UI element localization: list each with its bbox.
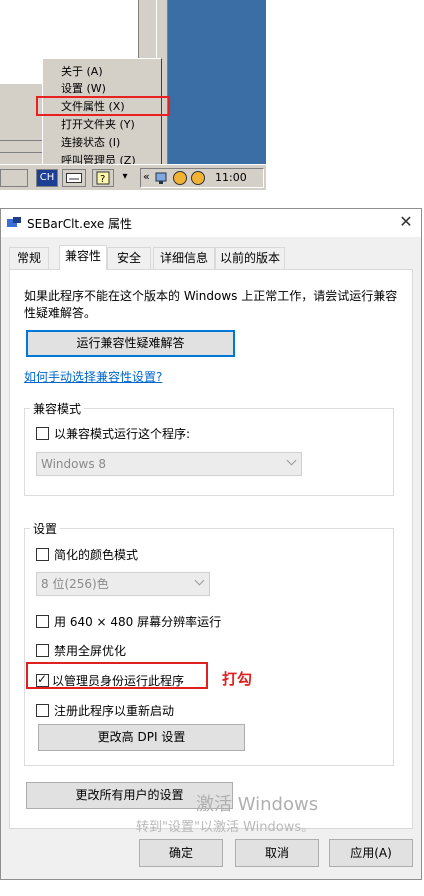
compatibility-panel: 如果此程序不能在这个版本的 Windows 上正常工作，请尝试运行兼容性疑难解答…	[9, 269, 413, 835]
manual-settings-link[interactable]: 如何手动选择兼容性设置?	[24, 368, 162, 385]
fullscreen-optimization-label: 禁用全屏优化	[54, 644, 127, 658]
properties-dialog: SEBarClt.exe 属性 ✕ 常规 兼容性 安全 详细信息 以前的版本 如…	[0, 208, 422, 880]
network-icon[interactable]	[155, 171, 167, 185]
tab-general[interactable]: 常规	[9, 247, 49, 269]
resolution-checkbox[interactable]	[36, 615, 49, 628]
chevron-down-icon	[286, 455, 297, 466]
color-mode-select-value: 8 位(256)色	[41, 577, 109, 591]
compat-mode-select[interactable]: Windows 8	[36, 452, 302, 476]
change-dpi-button[interactable]: 更改高 DPI 设置	[38, 724, 245, 751]
tab-details[interactable]: 详细信息	[153, 247, 215, 269]
activation-watermark-text: 转到"设置"以激活 Windows。	[136, 820, 315, 835]
tab-compatibility[interactable]: 兼容性	[59, 245, 107, 270]
context-menu: 关于 (A) 设置 (W) 文件属性 (X) 打开文件夹 (Y) 连接状态 (I…	[42, 58, 162, 174]
app-icon	[7, 217, 21, 229]
admin-highlight-annotation	[26, 662, 208, 689]
ok-button[interactable]: 确定	[139, 839, 223, 867]
dialog-title: SEBarClt.exe 属性	[27, 217, 133, 231]
menu-item-about[interactable]: 关于 (A)	[61, 63, 103, 80]
menu-item-open-folder[interactable]: 打开文件夹 (Y)	[61, 116, 135, 133]
chevron-down-icon	[194, 575, 205, 586]
menu-item-settings[interactable]: 设置 (W)	[61, 80, 106, 97]
clock: 11:00	[215, 171, 247, 184]
reduced-color-checkbox[interactable]	[36, 548, 49, 561]
chevron-down-icon[interactable]: ▾	[118, 169, 132, 187]
tab-security[interactable]: 安全	[107, 247, 151, 269]
compat-mode-label: 以兼容模式运行这个程序:	[54, 427, 191, 441]
activation-watermark-title: 激活 Windows	[196, 794, 319, 815]
background-window-scrollbar	[138, 0, 156, 60]
tray-expand-icon[interactable]: «	[143, 170, 150, 183]
qq-icon[interactable]	[173, 171, 187, 185]
intro-text: 如果此程序不能在这个版本的 Windows 上正常工作，请尝试运行兼容性疑难解答…	[24, 289, 398, 320]
compat-mode-select-value: Windows 8	[41, 457, 107, 471]
resolution-label: 用 640 × 480 屏幕分辨率运行	[54, 615, 222, 629]
register-restart-checkbox[interactable]	[36, 704, 49, 717]
tab-previous-versions[interactable]: 以前的版本	[215, 247, 285, 269]
qq-icon[interactable]	[191, 171, 205, 185]
register-restart-label: 注册此程序以重新启动	[54, 704, 175, 718]
reduced-color-label: 简化的颜色模式	[54, 548, 139, 562]
input-method-indicator[interactable]: CH	[36, 169, 58, 187]
tray-context-menu-screenshot: 关于 (A) 设置 (W) 文件属性 (X) 打开文件夹 (Y) 连接状态 (I…	[0, 0, 424, 196]
settings-group-label: 设置	[30, 520, 61, 537]
compat-mode-checkbox[interactable]	[36, 427, 49, 440]
compat-mode-group-label: 兼容模式	[30, 400, 85, 417]
cancel-button[interactable]: 取消	[235, 839, 319, 867]
taskbar: CH ? ▾ « 11:00	[0, 164, 266, 190]
menu-item-connection-status[interactable]: 连接状态 (I)	[61, 134, 120, 151]
keyboard-icon[interactable]	[62, 169, 86, 187]
apply-button[interactable]: 应用(A)	[329, 839, 413, 867]
desktop-background	[168, 0, 266, 164]
fullscreen-optimization-checkbox[interactable]	[36, 644, 49, 657]
help-icon[interactable]: ?	[92, 169, 114, 187]
title-bar: SEBarClt.exe 属性 ✕	[1, 209, 421, 237]
menu-highlight-annotation	[36, 96, 170, 116]
color-mode-select[interactable]: 8 位(256)色	[36, 572, 210, 596]
taskbar-button[interactable]	[0, 169, 28, 187]
svg-text:?: ?	[100, 174, 105, 185]
system-tray: « 11:00	[140, 168, 264, 188]
annotation-label: 打勾	[222, 670, 253, 688]
troubleshoot-button[interactable]: 运行兼容性疑难解答	[26, 330, 235, 357]
close-icon[interactable]: ✕	[397, 213, 415, 231]
